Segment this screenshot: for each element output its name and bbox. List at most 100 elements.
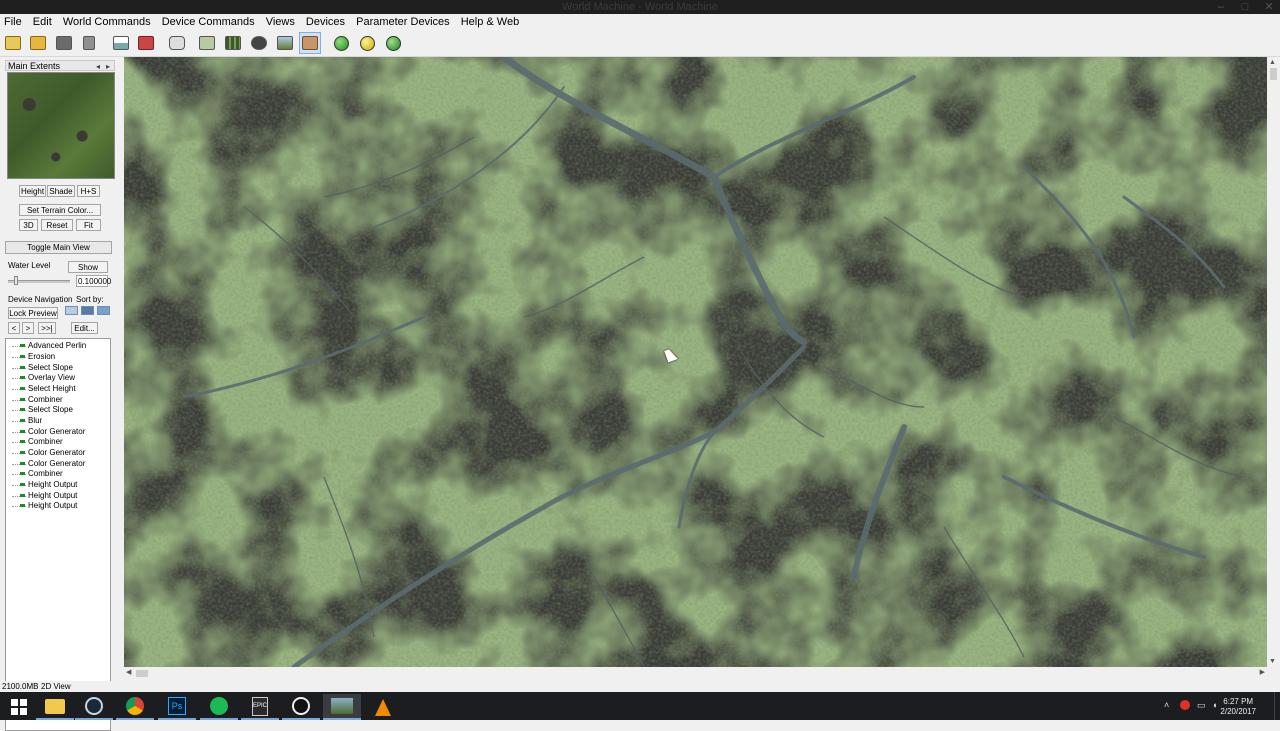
water-show-button[interactable]: Show — [68, 261, 108, 273]
grid-view-button[interactable] — [222, 32, 244, 54]
device-icon — [20, 483, 25, 487]
vertical-scrollbar[interactable]: ▲ ▼ — [1267, 57, 1280, 667]
render-button[interactable] — [135, 32, 157, 54]
last-device-button[interactable]: >>| — [38, 322, 56, 334]
menu-devices[interactable]: Devices — [302, 14, 349, 28]
tray-chevron-up-icon[interactable]: ˄ — [1164, 700, 1169, 710]
water-level-slider-thumb[interactable] — [14, 276, 19, 285]
menu-device-commands[interactable]: Device Commands — [158, 14, 259, 28]
3d-button[interactable]: 3D — [19, 219, 38, 231]
tree-item-label: Color Generator — [28, 448, 86, 457]
terrain-button[interactable] — [274, 32, 296, 54]
scroll-thumb-vertical[interactable] — [1270, 68, 1277, 80]
tree-item[interactable]: Erosion — [6, 352, 55, 362]
height-shade-view-button[interactable]: H+S — [77, 185, 100, 197]
horizontal-scrollbar[interactable]: ◀ ▶ — [124, 667, 1267, 680]
network-tray-icon[interactable]: ▭ — [1197, 700, 1206, 711]
menu-edit[interactable]: Edit — [29, 14, 56, 28]
device-icon — [20, 494, 25, 498]
taskbar-world-machine[interactable] — [323, 694, 361, 720]
toggle-main-view-button[interactable]: Toggle Main View — [5, 241, 112, 254]
menu-parameter-devices[interactable]: Parameter Devices — [352, 14, 454, 28]
sort-list-icon[interactable] — [65, 306, 78, 315]
tree-item[interactable]: Height Output — [6, 501, 77, 511]
antivirus-tray-icon[interactable] — [1180, 700, 1190, 710]
previous-device-button[interactable]: < — [8, 322, 20, 334]
menu-world-commands[interactable]: World Commands — [59, 14, 155, 28]
tree-item[interactable]: Select Height — [6, 384, 76, 394]
open-button[interactable] — [27, 32, 49, 54]
menu-views[interactable]: Views — [262, 14, 299, 28]
chevron-right-icon[interactable]: ▸ — [106, 61, 110, 72]
taskbar-vlc[interactable] — [364, 694, 402, 720]
random-seed-button[interactable] — [166, 32, 188, 54]
taskbar-photoshop[interactable]: Ps — [158, 694, 196, 720]
volume-tray-icon[interactable]: ◖ — [1212, 700, 1217, 710]
tree-item[interactable]: Color Generator — [6, 427, 85, 437]
taskbar-chrome[interactable] — [116, 694, 154, 720]
scroll-right-icon[interactable]: ▶ — [1260, 668, 1265, 676]
taskbar-unreal-engine[interactable] — [282, 694, 320, 720]
next-device-button[interactable]: > — [22, 322, 34, 334]
menu-file[interactable]: File — [0, 14, 26, 28]
device-tree[interactable]: Advanced Perlin Erosion Select Slope Ove… — [5, 338, 111, 731]
tree-item[interactable]: Overlay View — [6, 373, 75, 383]
layout-view-button[interactable] — [196, 32, 218, 54]
show-desktop-button[interactable] — [1274, 692, 1280, 720]
shade-view-button[interactable]: Shade — [47, 185, 75, 197]
start-button[interactable] — [0, 694, 38, 720]
tree-item[interactable]: Combiner — [6, 437, 63, 447]
taskbar-spotify[interactable] — [200, 694, 238, 720]
scroll-thumb-horizontal[interactable] — [136, 670, 148, 677]
save-button[interactable] — [53, 32, 75, 54]
device-icon — [20, 462, 25, 466]
terrain-texture-map — [124, 57, 1267, 667]
tree-item[interactable]: Select Slope — [6, 363, 73, 373]
tree-item[interactable]: Blur — [6, 416, 42, 426]
taskbar-epic-games[interactable]: EPIC — [241, 694, 279, 720]
tree-item[interactable]: Height Output — [6, 480, 77, 490]
tree-item[interactable]: Height Output — [6, 491, 77, 501]
build-green-button[interactable] — [330, 32, 352, 54]
set-terrain-color-button[interactable]: Set Terrain Color... — [19, 204, 101, 216]
taskbar-file-explorer[interactable] — [36, 694, 74, 720]
device-icon — [20, 387, 25, 391]
tree-item[interactable]: Select Slope — [6, 405, 73, 415]
chart-button[interactable] — [110, 32, 132, 54]
taskbar-clock[interactable]: 6:27 PM 2/20/2017 — [1220, 697, 1256, 717]
scroll-up-icon[interactable]: ▲ — [1269, 59, 1276, 66]
tree-item[interactable]: Color Generator — [6, 448, 85, 458]
sort-type-icon[interactable] — [81, 306, 94, 315]
minimize-button[interactable]: – — [1210, 0, 1232, 14]
tree-item[interactable]: Combiner — [6, 469, 63, 479]
texture-view-button[interactable] — [299, 32, 321, 54]
terrain-preview-thumbnail[interactable] — [7, 72, 115, 179]
menu-help-web[interactable]: Help & Web — [457, 14, 524, 28]
tree-item-label: Color Generator — [28, 459, 86, 468]
new-file-button[interactable] — [2, 32, 24, 54]
maximize-button[interactable]: □ — [1234, 0, 1256, 14]
water-level-input[interactable]: 0.100000 — [76, 275, 111, 287]
menu-bar: File Edit World Commands Device Commands… — [0, 14, 1280, 30]
close-button[interactable]: ✕ — [1258, 0, 1280, 14]
chrome-icon — [126, 697, 144, 715]
reset-button[interactable]: Reset — [41, 219, 73, 231]
build-world-button[interactable] — [382, 32, 404, 54]
chevron-left-icon[interactable]: ◂ — [96, 61, 100, 72]
tree-item[interactable]: Color Generator — [6, 459, 85, 469]
tree-item[interactable]: Combiner — [6, 395, 63, 405]
taskbar-steam[interactable] — [75, 694, 113, 720]
tree-item[interactable]: Advanced Perlin — [6, 341, 86, 351]
scroll-down-icon[interactable]: ▼ — [1269, 658, 1276, 665]
height-view-button[interactable]: Height — [19, 185, 46, 197]
scroll-left-icon[interactable]: ◀ — [126, 668, 131, 676]
terrain-2d-view[interactable] — [124, 57, 1267, 667]
globe-button[interactable] — [248, 32, 270, 54]
fit-button[interactable]: Fit — [76, 219, 101, 231]
tools-button[interactable] — [78, 32, 100, 54]
lock-preview-button[interactable]: Lock Preview — [8, 307, 58, 319]
build-yellow-button[interactable] — [356, 32, 378, 54]
layout-view-icon — [199, 36, 215, 50]
sort-graph-icon[interactable] — [97, 306, 110, 315]
edit-device-button[interactable]: Edit... — [71, 322, 98, 334]
